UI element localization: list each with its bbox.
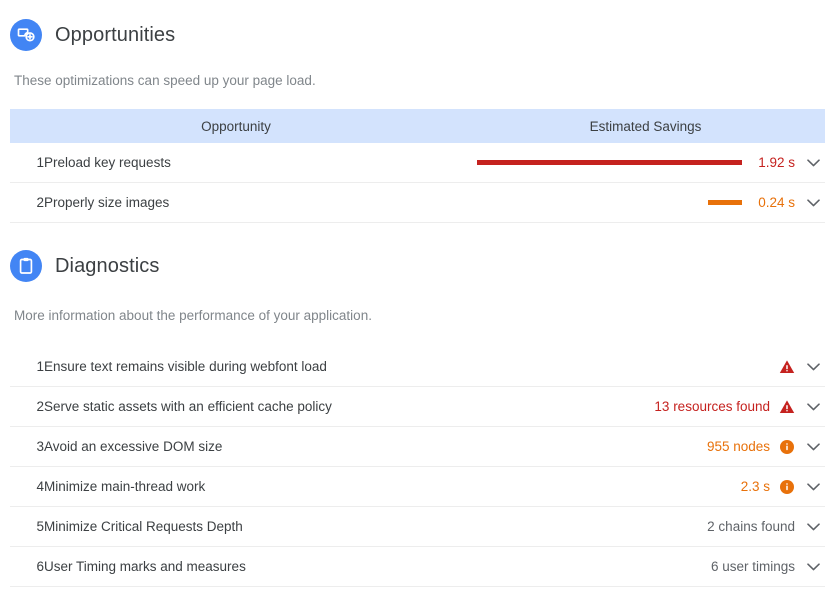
row-index: 5 [36,519,44,534]
opportunities-title: Opportunities [55,24,176,46]
row-index: 6 [36,559,44,574]
opportunities-section-header: Opportunities [0,19,835,51]
warning-triangle-icon [779,359,795,375]
row-value: 13 resources found [464,387,825,427]
row-title: Ensure text remains visible during webfo… [44,359,327,374]
opportunities-table-body: 1 Preload key requests 1.92 s 2 Properly… [10,143,826,223]
table-row[interactable]: 1 Preload key requests 1.92 s [10,143,826,183]
row-value-text: 2 chains found [707,519,795,534]
column-header-opportunity: Opportunity [10,109,463,143]
row-index: 4 [36,479,44,494]
row-value: 2.3 s [464,467,825,507]
row-title: Properly size images [44,195,170,210]
row-title: Minimize Critical Requests Depth [44,519,243,534]
opportunities-description: These optimizations can speed up your pa… [14,73,316,88]
info-circle-icon [779,439,795,455]
diagnostics-table-body: 1 Ensure text remains visible during web… [10,347,825,587]
row-savings: 1.92 s [466,143,825,183]
savings-bar-track [477,200,743,205]
opportunities-icon [10,19,42,51]
row-title: Preload key requests [44,155,171,170]
row-value-text: 13 resources found [654,399,770,414]
table-row[interactable]: 4 Minimize main-thread work 2.3 s [10,467,825,507]
row-index: 2 [36,399,44,414]
row-savings: 0.24 s [466,183,825,223]
diagnostics-icon [10,250,42,282]
chevron-down-icon[interactable] [801,158,825,167]
table-row[interactable]: 2 Serve static assets with an efficient … [10,387,825,427]
chevron-down-icon[interactable] [801,562,825,571]
chevron-down-icon[interactable] [801,442,825,451]
row-value: 955 nodes [464,427,825,467]
table-row[interactable]: 6 User Timing marks and measures 6 user … [10,547,825,587]
table-row[interactable]: 2 Properly size images 0.24 s [10,183,826,223]
row-value-text: 955 nodes [706,439,770,454]
row-title: User Timing marks and measures [44,559,246,574]
row-index: 1 [36,155,44,170]
table-row[interactable]: 1 Ensure text remains visible during web… [10,347,825,387]
diagnostics-description: More information about the performance o… [14,308,372,323]
opportunities-table-header: Opportunity Estimated Savings [10,109,826,143]
savings-bar-track [477,160,743,165]
chevron-down-icon[interactable] [801,198,825,207]
lighthouse-report-panel: Opportunities These optimizations can sp… [0,0,835,596]
row-title: Minimize main-thread work [44,479,206,494]
chevron-down-icon[interactable] [801,522,825,531]
info-circle-icon [779,479,795,495]
diagnostics-section-header: Diagnostics [0,250,835,282]
row-value [464,347,825,387]
opportunities-table: Opportunity Estimated Savings 1 Preload … [10,109,826,223]
row-index: 1 [36,359,44,374]
savings-value: 0.24 s [758,195,796,210]
row-value-text: 6 user timings [710,559,795,574]
warning-triangle-icon [779,399,795,415]
row-index: 3 [36,439,44,454]
row-title: Serve static assets with an efficient ca… [44,399,332,414]
chevron-down-icon[interactable] [801,402,825,411]
table-row[interactable]: 3 Avoid an excessive DOM size 955 nodes [10,427,825,467]
table-row[interactable]: 5 Minimize Critical Requests Depth 2 cha… [10,507,825,547]
row-value: 6 user timings [464,547,825,587]
row-index: 2 [36,195,44,210]
row-value: 2 chains found [464,507,825,547]
diagnostics-title: Diagnostics [55,255,160,277]
row-value-text: 2.3 s [740,479,770,494]
savings-bar-fill [707,200,743,205]
diagnostics-table: 1 Ensure text remains visible during web… [10,347,825,587]
chevron-down-icon[interactable] [801,362,825,371]
savings-bar-fill [477,160,743,165]
savings-value: 1.92 s [758,155,796,170]
column-header-estimated-savings: Estimated Savings [466,109,826,143]
row-title: Avoid an excessive DOM size [44,439,223,454]
chevron-down-icon[interactable] [801,482,825,491]
